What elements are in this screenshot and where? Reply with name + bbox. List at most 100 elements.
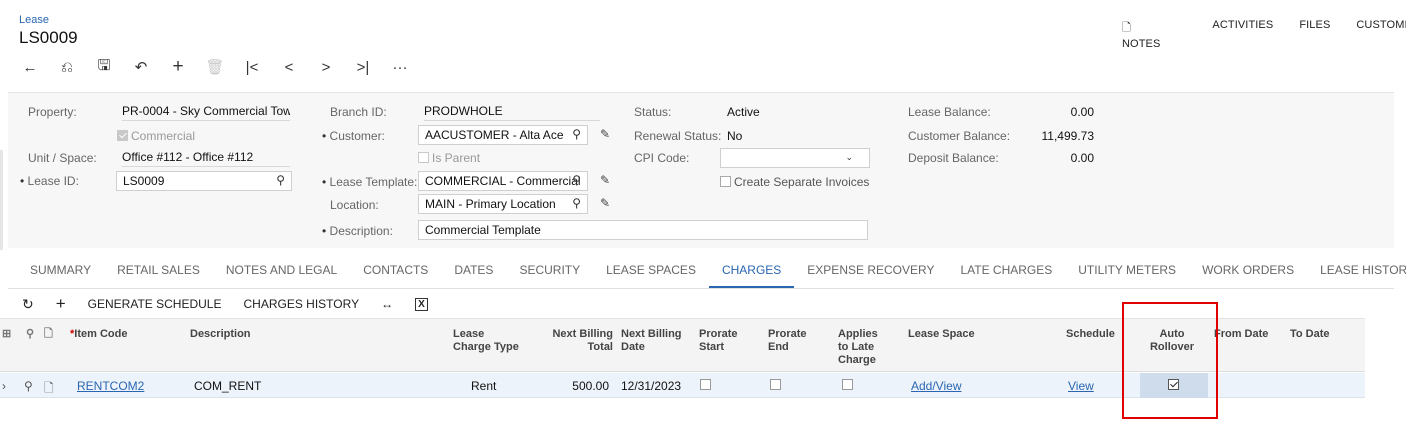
col-prorate-end[interactable]: Prorate End — [768, 328, 807, 354]
col-lease-charge-type[interactable]: Lease Charge Type — [453, 328, 519, 354]
note-icon: 🗋 — [1122, 22, 1131, 34]
tab-charges[interactable]: CHARGES — [708, 262, 795, 288]
undo-icon[interactable]: ⎌ — [57, 57, 77, 77]
checkbox-icon — [720, 176, 731, 187]
tab-retail-sales[interactable]: RETAIL SALES — [104, 262, 213, 288]
first-icon[interactable]: |< — [242, 57, 262, 77]
cpi-label: CPI Code: — [634, 151, 690, 165]
lease-balance-label: Lease Balance: — [908, 105, 991, 119]
customization-link[interactable]: CUSTOMIZAT — [1356, 19, 1406, 50]
notes-link[interactable]: 🗋NOTES — [1122, 19, 1186, 50]
col-to-date[interactable]: To Date — [1290, 328, 1330, 341]
tab-security[interactable]: SECURITY — [506, 262, 593, 288]
back-icon[interactable]: ← — [20, 57, 40, 77]
is-parent-checkbox[interactable]: Is Parent — [418, 151, 480, 165]
deposit-balance-value: 0.00 — [1070, 151, 1094, 165]
edit-icon[interactable]: ✎ — [600, 196, 610, 210]
tab-bar: SUMMARY RETAIL SALES NOTES AND LEGAL CON… — [8, 262, 1406, 288]
description-field[interactable]: Commercial Template — [418, 220, 868, 240]
col-description[interactable]: Description — [190, 328, 251, 341]
template-label: Lease Template: — [322, 175, 418, 189]
next-icon[interactable]: > — [316, 57, 336, 77]
col-prorate-start[interactable]: Prorate Start — [699, 328, 738, 354]
unit-field[interactable]: Office #112 - Office #112 — [122, 147, 290, 167]
save-icon[interactable]: 🖫 — [94, 57, 114, 77]
search-icon[interactable]: ⚲ — [572, 127, 581, 141]
search-icon[interactable]: ⚲ — [276, 173, 285, 187]
description-label: Description: — [322, 224, 393, 238]
tab-work-orders[interactable]: WORK ORDERS — [1189, 262, 1307, 288]
lease-space-link[interactable]: Add/View — [911, 379, 961, 393]
col-from-date[interactable]: From Date — [1214, 328, 1268, 341]
note-icon[interactable]: 🗋 — [44, 379, 54, 400]
refresh-icon[interactable]: ↻ — [22, 296, 34, 313]
branch-field[interactable]: PRODWHOLE — [424, 101, 600, 121]
attachment-icon: ⚲ — [26, 328, 35, 340]
schedule-link[interactable]: View — [1068, 379, 1094, 393]
tab-expense-recovery[interactable]: EXPENSE RECOVERY — [794, 262, 947, 288]
lease-balance-value: 0.00 — [1070, 105, 1094, 119]
edit-icon[interactable]: ✎ — [600, 127, 610, 141]
tab-summary[interactable]: SUMMARY — [8, 262, 104, 288]
charges-history-button[interactable]: CHARGES HISTORY — [243, 297, 359, 311]
col-lease-space[interactable]: Lease Space — [908, 328, 975, 341]
tab-lease-spaces[interactable]: LEASE SPACES — [593, 262, 709, 288]
lease-id-field[interactable]: LS0009 ⚲ — [116, 171, 292, 191]
status-value: Active — [727, 105, 760, 119]
files-link[interactable]: FILES — [1299, 19, 1330, 50]
charge-type-cell[interactable]: Rent — [471, 379, 496, 393]
search-icon[interactable]: ⚲ — [572, 196, 581, 210]
tab-notes-and-legal[interactable]: NOTES AND LEGAL — [213, 262, 350, 288]
delete-icon[interactable]: 🗑 — [205, 57, 225, 77]
branch-label: Branch ID: — [330, 105, 387, 119]
breadcrumb[interactable]: Lease — [19, 14, 49, 26]
more-icon[interactable]: ··· — [390, 57, 410, 77]
fit-columns-icon[interactable]: ↔ — [381, 297, 393, 311]
edit-icon[interactable]: ✎ — [600, 173, 610, 187]
tab-utility-meters[interactable]: UTILITY METERS — [1065, 262, 1189, 288]
col-applies-late[interactable]: Applies to Late Charge — [838, 328, 878, 367]
renewal-value: No — [727, 129, 743, 143]
prorate-end-checkbox[interactable] — [770, 379, 781, 393]
deposit-balance-label: Deposit Balance: — [908, 151, 999, 165]
property-field[interactable]: PR-0004 - Sky Commercial Towe — [122, 101, 290, 121]
next-billing-total-cell[interactable]: 500.00 — [551, 379, 609, 393]
top-links: 🗋NOTES ACTIVITIES FILES CUSTOMIZAT — [1122, 19, 1406, 50]
add-icon[interactable]: + — [168, 56, 188, 77]
col-next-billing-total[interactable]: Next Billing Total — [551, 328, 613, 354]
template-field[interactable]: COMMERCIAL - Commercial ⚲ — [418, 171, 588, 191]
col-item-code[interactable]: *Item Code — [70, 328, 127, 341]
grid-settings-icon[interactable]: ⊞ — [2, 328, 11, 341]
checkbox-icon — [418, 152, 429, 163]
lease-id-label: Lease ID: — [20, 174, 79, 188]
customer-field[interactable]: AACUSTOMER - Alta Ace ⚲ — [418, 125, 588, 145]
tab-late-charges[interactable]: LATE CHARGES — [947, 262, 1065, 288]
tab-contacts[interactable]: CONTACTS — [350, 262, 441, 288]
prorate-start-checkbox[interactable] — [700, 379, 711, 393]
add-row-icon[interactable]: + — [56, 294, 66, 314]
unit-label: Unit / Space: — [28, 151, 97, 165]
activities-link[interactable]: ACTIVITIES — [1212, 19, 1273, 50]
description-cell[interactable]: COM_RENT — [194, 379, 261, 393]
col-next-billing-date[interactable]: Next Billing Date — [621, 328, 682, 354]
applies-late-checkbox[interactable] — [842, 379, 853, 393]
last-icon[interactable]: >| — [353, 57, 373, 77]
cancel-icon[interactable]: ↶ — [131, 57, 151, 77]
item-code-link[interactable]: RENTCOM2 — [77, 379, 144, 393]
attachment-icon[interactable]: ⚲ — [24, 379, 33, 393]
commercial-checkbox[interactable]: Commercial — [117, 129, 195, 143]
next-billing-date-cell[interactable]: 12/31/2023 — [621, 379, 681, 393]
cpi-select[interactable]: ⌄ — [720, 148, 870, 168]
tab-dates[interactable]: DATES — [441, 262, 506, 288]
checkbox-icon — [117, 130, 128, 141]
tab-lease-history[interactable]: LEASE HISTORY — [1307, 262, 1406, 288]
grid-toolbar: ↻ + GENERATE SCHEDULE CHARGES HISTORY ↔ … — [22, 294, 450, 314]
col-schedule[interactable]: Schedule — [1066, 328, 1115, 341]
generate-schedule-button[interactable]: GENERATE SCHEDULE — [88, 297, 222, 311]
prev-icon[interactable]: < — [279, 57, 299, 77]
search-icon[interactable]: ⚲ — [572, 173, 581, 187]
separate-invoices-checkbox[interactable]: Create Separate Invoices — [720, 175, 869, 189]
row-expand-icon[interactable]: › — [2, 379, 6, 393]
location-field[interactable]: MAIN - Primary Location ⚲ — [418, 194, 588, 214]
export-excel-icon[interactable]: X — [415, 297, 428, 311]
